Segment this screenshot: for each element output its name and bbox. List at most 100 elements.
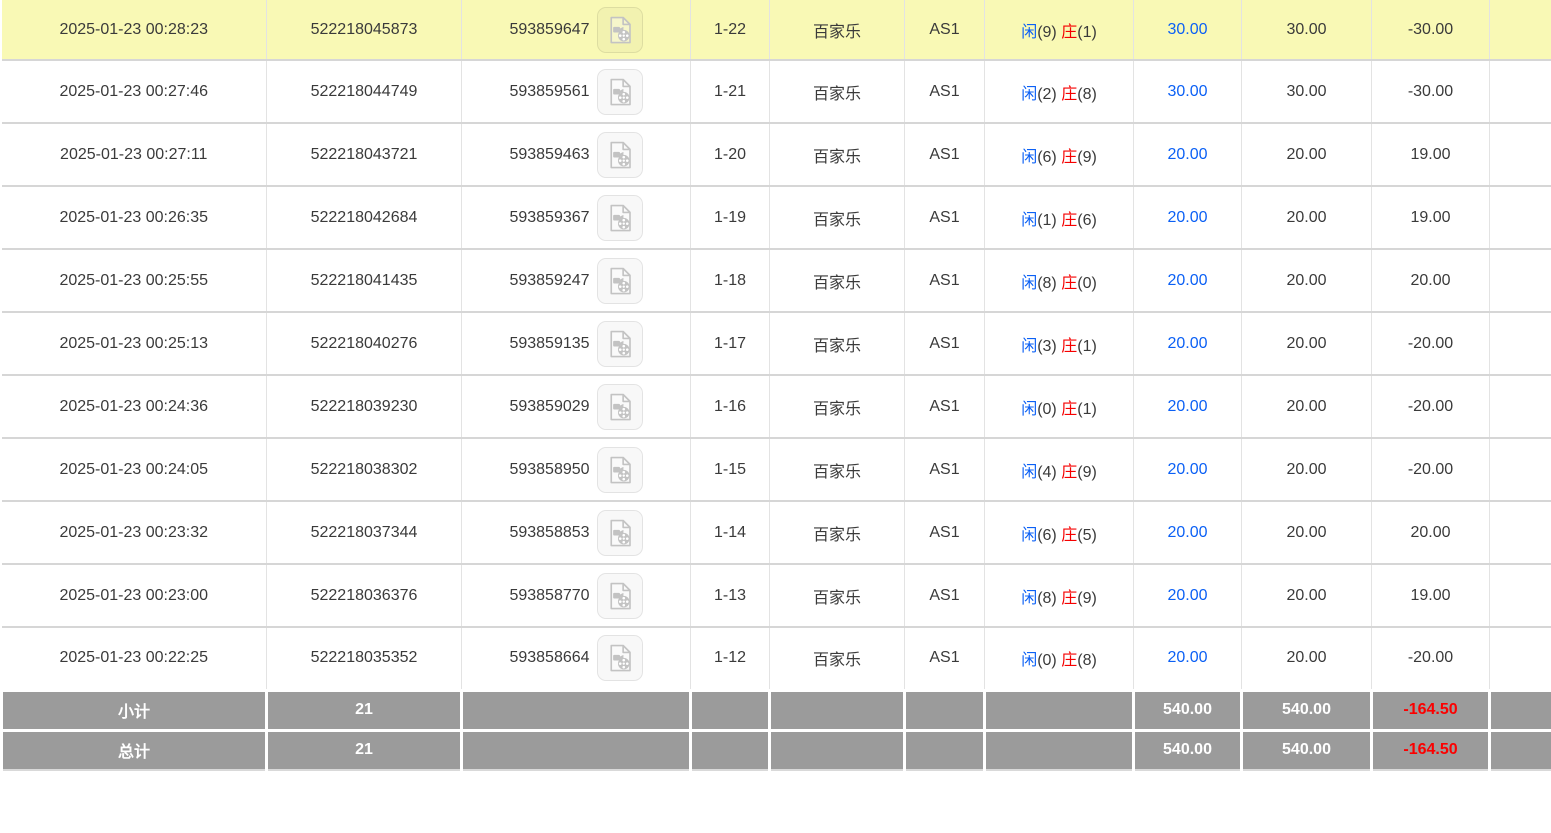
empty-cell: [1490, 186, 1551, 249]
total-win-loss: -164.50: [1372, 730, 1490, 770]
game-type-cell: 百家乐: [770, 312, 905, 375]
video-playback-button[interactable]: [597, 635, 643, 681]
round-no-value: 593859367: [509, 209, 589, 227]
table-row[interactable]: 2025-01-23 00:24:36 522218039230 5938590…: [2, 375, 1551, 438]
bet-time-cell: 2025-01-23 00:26:35: [2, 186, 267, 249]
game-type-cell: 百家乐: [770, 60, 905, 123]
game-type-cell: 百家乐: [770, 438, 905, 501]
bet-amount-cell: 20.00: [1134, 123, 1242, 186]
round-no-cell: 593858664: [462, 627, 691, 690]
round-no-cell: 593859247: [462, 249, 691, 312]
table-row[interactable]: 2025-01-23 00:24:05 522218038302 5938589…: [2, 438, 1551, 501]
bet-time-cell: 2025-01-23 00:24:05: [2, 438, 267, 501]
round-no-cell: 593858770: [462, 564, 691, 627]
table-row[interactable]: 2025-01-23 00:28:23 522218045873 5938596…: [2, 0, 1551, 60]
win-loss-cell: 19.00: [1372, 186, 1490, 249]
player-result-score: (6): [1037, 149, 1057, 166]
video-playback-button[interactable]: [597, 69, 643, 115]
video-playback-button[interactable]: [597, 573, 643, 619]
banker-result-score: (1): [1077, 24, 1097, 41]
result-cell: 闲(6) 庄(9): [985, 123, 1134, 186]
video-playback-button[interactable]: [597, 195, 643, 241]
player-result-score: (0): [1037, 401, 1057, 418]
banker-result-score: (1): [1077, 401, 1097, 418]
result-cell: 闲(0) 庄(8): [985, 627, 1134, 690]
subtotal-spacer: [985, 690, 1134, 730]
table-row[interactable]: 2025-01-23 00:23:00 522218036376 5938587…: [2, 564, 1551, 627]
empty-cell: [1490, 249, 1551, 312]
video-file-icon: [605, 203, 635, 233]
valid-bet-cell: 30.00: [1242, 0, 1372, 60]
bet-amount-link[interactable]: 20.00: [1167, 649, 1207, 666]
bet-time-cell: 2025-01-23 00:25:13: [2, 312, 267, 375]
summary-body: 小计 21 540.00 540.00 -164.50 总计 21: [2, 690, 1551, 770]
player-result-score: (1): [1037, 212, 1057, 229]
game-type-cell: 百家乐: [770, 501, 905, 564]
game-type-cell: 百家乐: [770, 186, 905, 249]
order-no-cell: 522218035352: [267, 627, 462, 690]
bet-time-cell: 2025-01-23 00:23:00: [2, 564, 267, 627]
table-round-cell: 1-17: [691, 312, 770, 375]
game-type-cell: 百家乐: [770, 249, 905, 312]
table-row[interactable]: 2025-01-23 00:25:55 522218041435 5938592…: [2, 249, 1551, 312]
total-spacer: [1490, 730, 1551, 770]
table-row[interactable]: 2025-01-23 00:25:13 522218040276 5938591…: [2, 312, 1551, 375]
video-playback-button[interactable]: [597, 510, 643, 556]
player-result-label: 闲: [1021, 24, 1037, 41]
bet-amount-link[interactable]: 20.00: [1167, 335, 1207, 352]
table-row[interactable]: 2025-01-23 00:27:46 522218044749 5938595…: [2, 60, 1551, 123]
bet-amount-cell: 20.00: [1134, 501, 1242, 564]
bet-amount-link[interactable]: 20.00: [1167, 524, 1207, 541]
valid-bet-cell: 20.00: [1242, 249, 1372, 312]
order-no-cell: 522218036376: [267, 564, 462, 627]
game-type-cell: 百家乐: [770, 627, 905, 690]
video-playback-button[interactable]: [597, 447, 643, 493]
order-no-cell: 522218039230: [267, 375, 462, 438]
video-playback-button[interactable]: [597, 132, 643, 178]
total-spacer: [691, 730, 770, 770]
banker-result-label: 庄: [1061, 86, 1077, 103]
banker-result-label: 庄: [1061, 401, 1077, 418]
table-name-cell: AS1: [905, 60, 985, 123]
bet-amount-link[interactable]: 20.00: [1167, 272, 1207, 289]
video-file-icon: [605, 77, 635, 107]
subtotal-spacer: [462, 690, 691, 730]
bet-amount-link[interactable]: 30.00: [1167, 21, 1207, 38]
bet-amount-link[interactable]: 20.00: [1167, 587, 1207, 604]
order-no-cell: 522218044749: [267, 60, 462, 123]
table-row[interactable]: 2025-01-23 00:22:25 522218035352 5938586…: [2, 627, 1551, 690]
table-row[interactable]: 2025-01-23 00:23:32 522218037344 5938588…: [2, 501, 1551, 564]
table-name-cell: AS1: [905, 312, 985, 375]
bet-amount-link[interactable]: 20.00: [1167, 146, 1207, 163]
banker-result-score: (8): [1077, 86, 1097, 103]
player-result-score: (9): [1037, 24, 1057, 41]
banker-result-score: (6): [1077, 212, 1097, 229]
video-playback-button[interactable]: [597, 321, 643, 367]
table-round-cell: 1-14: [691, 501, 770, 564]
win-loss-cell: 19.00: [1372, 123, 1490, 186]
video-playback-button[interactable]: [597, 258, 643, 304]
table-row[interactable]: 2025-01-23 00:27:11 522218043721 5938594…: [2, 123, 1551, 186]
game-type-cell: 百家乐: [770, 123, 905, 186]
video-playback-button[interactable]: [597, 384, 643, 430]
player-result-label: 闲: [1021, 527, 1037, 544]
game-type-cell: 百家乐: [770, 375, 905, 438]
player-result-label: 闲: [1021, 86, 1037, 103]
player-result-label: 闲: [1021, 338, 1037, 355]
bet-amount-link[interactable]: 20.00: [1167, 461, 1207, 478]
bet-amount-link[interactable]: 20.00: [1167, 209, 1207, 226]
table-row[interactable]: 2025-01-23 00:26:35 522218042684 5938593…: [2, 186, 1551, 249]
game-type-cell: 百家乐: [770, 0, 905, 60]
banker-result-label: 庄: [1061, 464, 1077, 481]
round-no-cell: 593859463: [462, 123, 691, 186]
result-cell: 闲(8) 庄(0): [985, 249, 1134, 312]
bet-amount-link[interactable]: 20.00: [1167, 398, 1207, 415]
empty-cell: [1490, 375, 1551, 438]
win-loss-cell: -20.00: [1372, 375, 1490, 438]
video-playback-button[interactable]: [597, 7, 643, 53]
bet-amount-link[interactable]: 30.00: [1167, 83, 1207, 100]
win-loss-cell: -20.00: [1372, 627, 1490, 690]
order-no-cell: 522218038302: [267, 438, 462, 501]
result-cell: 闲(0) 庄(1): [985, 375, 1134, 438]
round-no-value: 593859647: [509, 21, 589, 39]
